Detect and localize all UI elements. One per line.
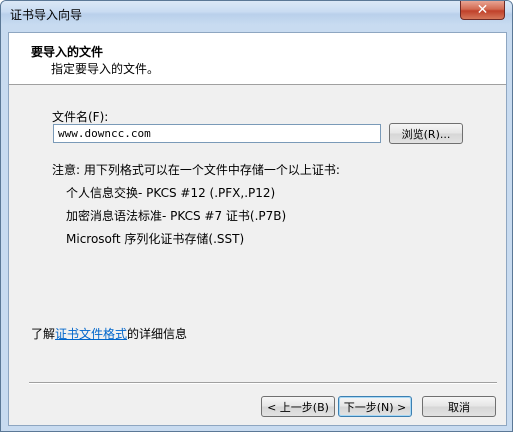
close-button[interactable]: ✕	[460, 1, 505, 20]
cancel-button[interactable]: 取消	[422, 396, 496, 417]
info-prefix: 了解	[31, 327, 56, 341]
info-text: 了解证书文件格式的详细信息	[31, 325, 187, 342]
certificate-import-wizard-window: 证书导入向导 ✕ 要导入的文件 指定要导入的文件。 文件名(F): 浏览(R).…	[0, 0, 513, 432]
footer-separator	[29, 382, 497, 384]
file-name-input[interactable]	[53, 124, 381, 143]
format-note: 注意: 用下列格式可以在一个文件中存储一个以上证书:	[52, 163, 340, 177]
wizard-header: 要导入的文件 指定要导入的文件。	[9, 33, 506, 85]
info-suffix: 的详细信息	[127, 327, 188, 341]
format-item: 个人信息交换- PKCS #12 (.PFX,.P12)	[66, 186, 276, 200]
back-button[interactable]: < 上一步(B)	[261, 396, 335, 417]
page-subtitle: 指定要导入的文件。	[51, 62, 160, 76]
format-item: 加密消息语法标准- PKCS #7 证书(.P7B)	[66, 209, 287, 223]
format-item: Microsoft 序列化证书存储(.SST)	[66, 232, 245, 246]
file-name-label: 文件名(F):	[52, 110, 109, 124]
next-button[interactable]: 下一步(N) >	[338, 396, 412, 417]
wizard-client-area: 要导入的文件 指定要导入的文件。 文件名(F): 浏览(R)... 注意: 用下…	[8, 32, 507, 426]
browse-button[interactable]: 浏览(R)...	[389, 123, 463, 144]
title-bar[interactable]: 证书导入向导 ✕	[1, 1, 512, 25]
page-title: 要导入的文件	[31, 45, 104, 59]
certificate-format-link[interactable]: 证书文件格式	[55, 327, 127, 341]
window-title: 证书导入向导	[10, 8, 83, 22]
close-icon: ✕	[476, 2, 489, 18]
